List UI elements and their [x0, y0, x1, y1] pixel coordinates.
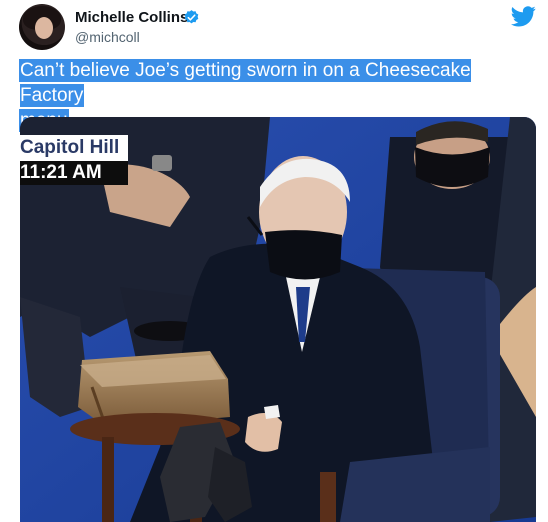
chyron-location: Capitol Hill — [20, 135, 128, 161]
author-display-name[interactable]: Michelle Collins — [75, 9, 188, 26]
avatar[interactable] — [19, 4, 65, 50]
chyron-time: 11:21 AM — [20, 161, 128, 185]
twitter-bird-icon[interactable] — [511, 6, 536, 27]
verified-badge-icon — [184, 10, 199, 24]
tweet-text-line1: Can’t believe Joe’s getting sworn in on … — [20, 60, 471, 106]
tweet-card: Michelle Collins @michcoll Can’t believe… — [0, 0, 548, 522]
news-chyron: Capitol Hill 11:21 AM — [20, 135, 128, 185]
author-handle[interactable]: @michcoll — [75, 29, 140, 45]
avatar-face — [35, 17, 53, 39]
tweet-photo[interactable]: Capitol Hill 11:21 AM — [20, 117, 536, 522]
